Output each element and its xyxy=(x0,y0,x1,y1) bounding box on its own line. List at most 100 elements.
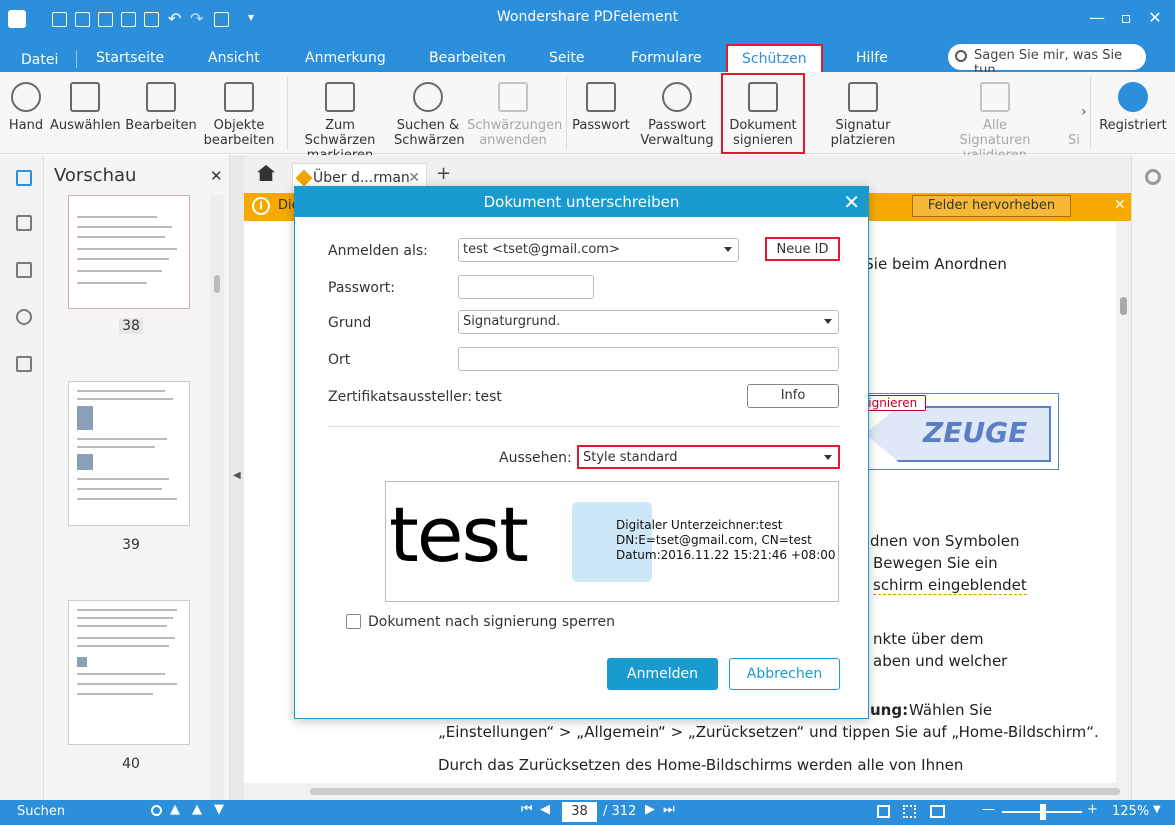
page-thumbnail[interactable] xyxy=(68,381,190,526)
reason-select[interactable]: Signaturgrund. xyxy=(458,310,839,334)
issuer-value: test xyxy=(475,389,502,405)
appearance-select[interactable]: Style standard xyxy=(577,445,840,469)
validate-check-icon xyxy=(980,82,1010,112)
place-signature-button[interactable]: Signatur platzieren xyxy=(804,72,922,154)
page-total: / 312 xyxy=(603,804,637,819)
edit-objects-label-2: bearbeiten xyxy=(203,133,275,148)
settings-gear-icon[interactable] xyxy=(1145,169,1161,185)
last-page-icon[interactable]: ⏭ xyxy=(663,802,675,817)
place-signature-label: Signatur platzieren xyxy=(830,118,896,148)
apply-redactions-label-2: anwenden xyxy=(479,133,547,148)
location-field[interactable] xyxy=(458,347,839,371)
zoom-in-icon[interactable]: + xyxy=(1087,802,1098,817)
new-tab-icon[interactable]: + xyxy=(436,163,451,184)
single-page-icon[interactable] xyxy=(877,805,890,818)
dialog-close-icon[interactable]: ✕ xyxy=(843,190,860,214)
comment-icon[interactable] xyxy=(16,262,32,278)
tell-me-search[interactable]: Sagen Sie mir, was Sie tun xyxy=(948,44,1146,78)
search-document-icon[interactable] xyxy=(16,356,32,372)
document-vertical-scrollbar[interactable] xyxy=(1116,221,1131,783)
collapse-arrow-icon[interactable]: ◀ xyxy=(233,470,241,481)
zoom-dropdown-icon[interactable]: ▼ xyxy=(1153,804,1161,815)
minimize-icon[interactable]: — xyxy=(1085,8,1109,27)
scroll-thumb[interactable] xyxy=(1120,297,1127,315)
lock-document-checkbox[interactable] xyxy=(346,614,361,629)
doc-line: ung: xyxy=(870,701,909,719)
page-thumbnail[interactable] xyxy=(68,195,190,309)
close-icon[interactable]: ✕ xyxy=(1143,8,1167,27)
highlight-fields-button[interactable]: Felder hervorheben xyxy=(912,195,1071,217)
tab-anmerkung[interactable]: Anmerkung xyxy=(305,50,386,66)
prev-page-icon[interactable]: ◀ xyxy=(540,802,550,817)
select-tool-button[interactable]: Auswählen xyxy=(50,72,121,154)
info-button[interactable]: Info xyxy=(747,384,839,408)
close-preview-icon[interactable]: ✕ xyxy=(210,167,223,185)
login-as-value: test <tset@gmail.com> xyxy=(463,242,620,257)
search-panel-icon[interactable] xyxy=(16,309,32,325)
tab-hilfe[interactable]: Hilfe xyxy=(856,50,888,66)
hand-tool-button[interactable]: Hand xyxy=(6,72,46,154)
fit-page-icon[interactable] xyxy=(903,805,916,818)
validate-all-button[interactable]: Alle Signaturen validieren xyxy=(928,72,1062,163)
first-page-icon[interactable]: ⏮ xyxy=(521,802,533,817)
tab-startseite[interactable]: Startseite xyxy=(96,50,164,66)
ribbon-cut-label: Si xyxy=(1068,133,1080,148)
search-redact-button[interactable]: Suchen & Schwärzen xyxy=(394,72,465,154)
sign-in-button[interactable]: Anmelden xyxy=(607,658,718,690)
tab-seite[interactable]: Seite xyxy=(549,50,585,66)
right-panel xyxy=(1131,155,1175,800)
edit-tool-button[interactable]: Bearbeiten xyxy=(125,72,197,154)
tab-bearbeiten[interactable]: Bearbeiten xyxy=(429,50,506,66)
bookmark-icon[interactable] xyxy=(16,215,32,231)
pages-icon[interactable] xyxy=(16,170,32,186)
close-tab-icon[interactable]: ✕ xyxy=(408,170,420,186)
search-next-icon[interactable]: ▼ xyxy=(214,802,224,817)
password-manage-button[interactable]: Passwort Verwaltung xyxy=(640,72,714,154)
panel-splitter[interactable]: ◀ xyxy=(230,155,244,800)
tab-ansicht[interactable]: Ansicht xyxy=(208,50,260,66)
registered-button[interactable]: Registriert xyxy=(1094,72,1172,154)
page-input[interactable]: 38 xyxy=(562,802,597,822)
signature-dn-line: DN:E=tset@gmail.com, CN=test xyxy=(616,533,812,547)
home-icon[interactable] xyxy=(257,165,275,181)
new-id-button[interactable]: Neue ID xyxy=(765,237,840,261)
close-notice-icon[interactable]: ✕ xyxy=(1114,197,1126,213)
document-horizontal-scrollbar[interactable] xyxy=(244,783,1131,800)
zoom-level[interactable]: 125% xyxy=(1112,804,1149,819)
ribbon-separator xyxy=(1090,76,1091,150)
edit-objects-button[interactable]: Objekte bearbeiten xyxy=(202,72,276,154)
signature-date-line: Datum:2016.11.22 15:21:46 +08:00 xyxy=(616,548,836,562)
maximize-icon[interactable]: ▫ xyxy=(1114,8,1138,27)
search-up-icon[interactable]: ▲ xyxy=(170,802,180,817)
document-tab-label: Über d...rman xyxy=(313,170,410,186)
stamp-text: ZEUGE xyxy=(923,416,1028,449)
info-icon: i xyxy=(252,197,270,215)
cancel-button[interactable]: Abbrechen xyxy=(729,658,840,690)
two-page-icon[interactable] xyxy=(930,805,945,818)
sign-document-highlight xyxy=(721,73,805,154)
hand-icon xyxy=(11,82,41,112)
menu-separator xyxy=(76,50,77,68)
next-page-icon[interactable]: ▶ xyxy=(645,802,655,817)
preview-scroll-thumb[interactable] xyxy=(214,275,220,293)
tab-formulare[interactable]: Formulare xyxy=(631,50,702,66)
location-label: Ort xyxy=(328,352,351,368)
menu-bar: Datei Startseite Ansicht Anmerkung Bearb… xyxy=(0,40,1175,78)
search-prev-icon[interactable]: ▲ xyxy=(192,802,202,817)
status-search-icon[interactable] xyxy=(151,805,162,816)
scroll-thumb[interactable] xyxy=(310,788,1120,795)
ribbon-scroll-right-icon[interactable]: › xyxy=(1081,104,1087,120)
tab-datei[interactable]: Datei xyxy=(21,52,58,68)
user-icon xyxy=(662,82,692,112)
page-thumbnail[interactable] xyxy=(68,600,190,745)
apply-redactions-button[interactable]: Schwärzungen anwenden xyxy=(467,72,562,154)
signature-stamp[interactable]: ZEUGE signieren xyxy=(857,393,1059,470)
password-field[interactable] xyxy=(458,275,594,299)
tab-schuetzen[interactable]: Schützen xyxy=(726,44,823,75)
login-as-select[interactable]: test <tset@gmail.com> xyxy=(458,238,739,262)
zoom-slider-thumb[interactable] xyxy=(1040,804,1046,820)
mark-redaction-button[interactable]: Zum Schwärzen markieren xyxy=(292,72,388,163)
zoom-out-icon[interactable]: — xyxy=(982,802,995,817)
status-search-label[interactable]: Suchen xyxy=(17,804,65,819)
password-button[interactable]: Passwort xyxy=(571,72,631,154)
